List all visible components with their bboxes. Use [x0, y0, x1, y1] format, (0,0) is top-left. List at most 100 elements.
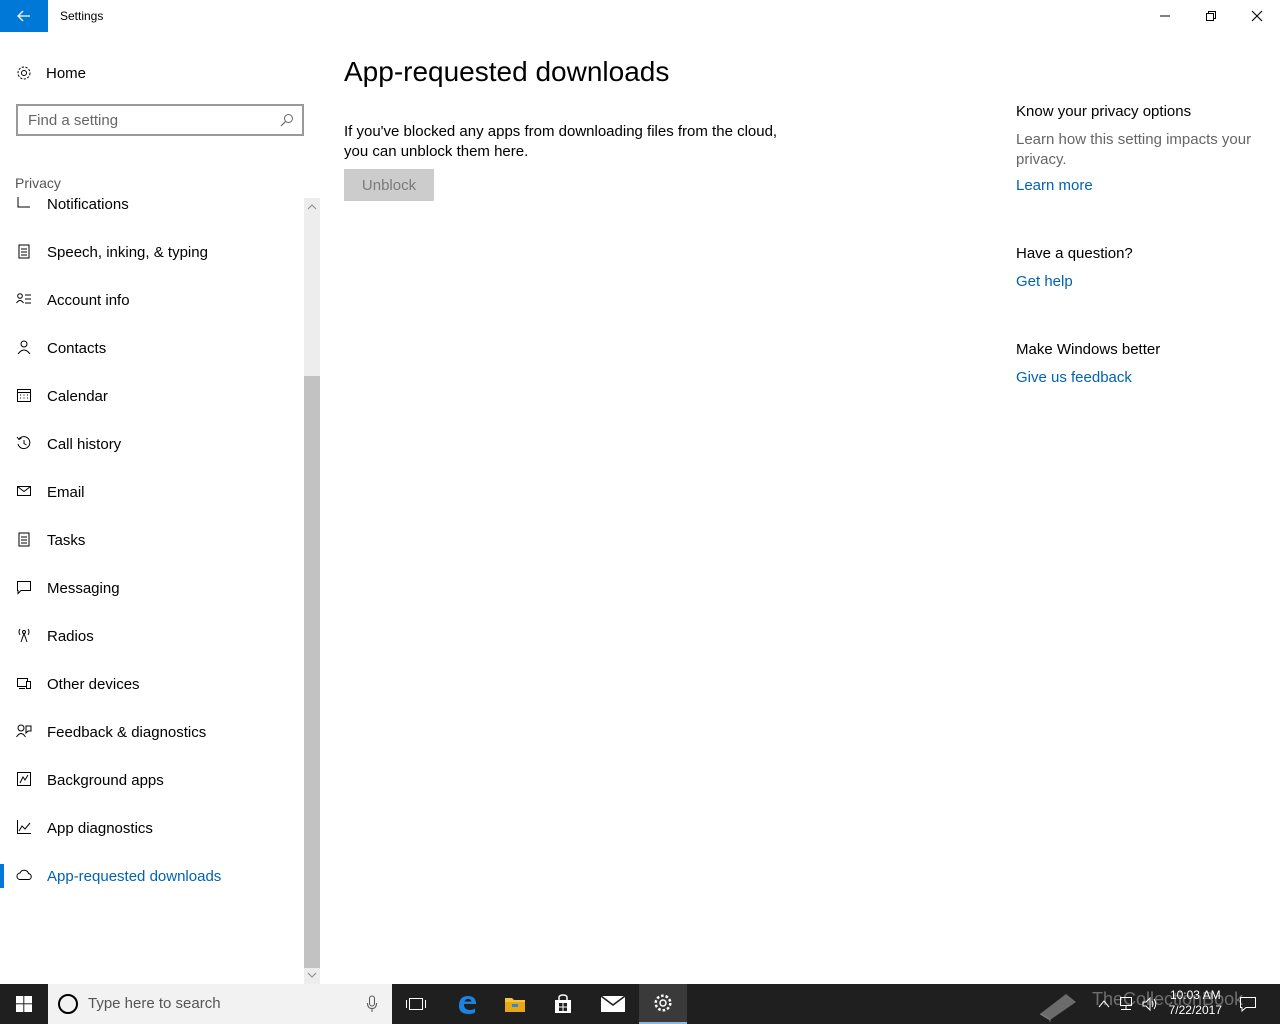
background-apps-icon: [15, 770, 33, 788]
gear-icon: [17, 66, 31, 80]
scroll-down-arrow[interactable]: [304, 967, 320, 983]
sidebar-item-label: Messaging: [47, 579, 120, 597]
sidebar-item-tasks[interactable]: Tasks: [0, 516, 304, 564]
sidebar-item-app-requested-downloads[interactable]: App-requested downloads: [0, 852, 304, 900]
description-line-1: If you've blocked any apps from download…: [344, 123, 778, 140]
sidebar-item-speech[interactable]: Speech, inking, & typing: [0, 228, 304, 276]
contacts-icon: [15, 338, 33, 356]
privacy-section-label: Privacy: [15, 175, 61, 191]
sidebar-item-calendar[interactable]: Calendar: [0, 372, 304, 420]
edge-browser-button[interactable]: [443, 984, 491, 1024]
action-center-button[interactable]: [1238, 994, 1258, 1014]
sidebar-item-email[interactable]: Email: [0, 468, 304, 516]
file-explorer-button[interactable]: [491, 984, 539, 1024]
chevron-up-icon: [307, 204, 317, 210]
settings-search-box[interactable]: [16, 104, 304, 136]
windows-logo-icon: [16, 996, 32, 1012]
page-description: If you've blocked any apps from download…: [344, 122, 804, 162]
mail-app-button[interactable]: [589, 984, 637, 1024]
chevron-up-icon: [1098, 1000, 1110, 1008]
taskbar: Type here to search TheCollectionBook 10…: [0, 984, 1280, 1024]
sidebar-item-feedback[interactable]: Feedback & diagnostics: [0, 708, 304, 756]
selected-indicator: [0, 864, 4, 888]
privacy-options-text: Learn how this setting impacts your priv…: [1016, 131, 1252, 168]
question-heading: Have a question?: [1016, 245, 1133, 262]
get-help-link[interactable]: Get help: [1016, 273, 1073, 290]
sidebar-item-radios[interactable]: Radios: [0, 612, 304, 660]
watermark-book-icon: [1036, 988, 1080, 1022]
sidebar-item-contacts[interactable]: Contacts: [0, 324, 304, 372]
chart-icon: [15, 818, 33, 836]
network-icon: [1120, 997, 1132, 1010]
microphone-icon[interactable]: [366, 995, 378, 1013]
volume-button[interactable]: [1140, 994, 1160, 1014]
sidebar-item-label: App diagnostics: [47, 819, 153, 837]
radio-tower-icon: [15, 626, 33, 644]
notifications-icon: [15, 196, 33, 212]
back-button[interactable]: [0, 0, 48, 32]
scroll-up-arrow[interactable]: [304, 199, 320, 215]
window-title: Settings: [60, 9, 104, 23]
taskbar-search-box[interactable]: Type here to search: [48, 984, 392, 1024]
search-icon[interactable]: [280, 113, 294, 127]
sidebar-item-label: Email: [47, 483, 85, 501]
account-info-icon: [15, 290, 33, 308]
store-bag-icon: [555, 994, 571, 1013]
sidebar-item-label: Background apps: [47, 771, 164, 789]
notification-center-icon: [1240, 997, 1256, 1012]
devices-icon: [15, 674, 33, 692]
feedback-icon: [15, 722, 33, 740]
home-nav-item[interactable]: Home: [16, 60, 86, 86]
minimize-icon: [1160, 15, 1170, 17]
sidebar-item-call-history[interactable]: Call history: [0, 420, 304, 468]
home-label: Home: [46, 64, 87, 82]
task-view-icon: [406, 998, 426, 1010]
sidebar-item-notifications[interactable]: Notifications: [0, 196, 304, 228]
minimize-button[interactable]: [1142, 0, 1188, 32]
message-icon: [15, 578, 33, 596]
network-button[interactable]: [1116, 994, 1136, 1014]
make-windows-better-heading: Make Windows better: [1016, 341, 1161, 358]
start-button[interactable]: [0, 984, 48, 1024]
calendar-icon: [15, 386, 33, 404]
task-view-button[interactable]: [392, 984, 440, 1024]
clock[interactable]: 10:03 AM 7/22/2017: [1169, 988, 1222, 1018]
title-bar: Settings: [0, 0, 1280, 32]
learn-more-link[interactable]: Learn more: [1016, 177, 1093, 194]
sidebar-item-other-devices[interactable]: Other devices: [0, 660, 304, 708]
settings-search-input[interactable]: [28, 111, 268, 129]
restore-button[interactable]: [1188, 0, 1234, 32]
clock-time: 10:03 AM: [1169, 988, 1221, 1002]
description-line-2: you can unblock them here.: [344, 143, 529, 160]
sidebar-item-label: Notifications: [47, 196, 129, 213]
settings-gear-icon: [654, 994, 672, 1012]
page-title: App-requested downloads: [344, 56, 670, 87]
sidebar-item-account-info[interactable]: Account info: [0, 276, 304, 324]
store-button[interactable]: [539, 984, 587, 1024]
sidebar-item-app-diagnostics[interactable]: App diagnostics: [0, 804, 304, 852]
give-feedback-link[interactable]: Give us feedback: [1016, 369, 1132, 386]
privacy-options-heading: Know your privacy options: [1016, 103, 1192, 120]
restore-icon: [1206, 11, 1216, 21]
close-button[interactable]: [1234, 0, 1280, 32]
sidebar-item-label: Calendar: [47, 387, 108, 405]
sidebar-item-label: Radios: [47, 627, 94, 645]
cloud-icon: [15, 866, 33, 884]
speaker-icon: [1142, 996, 1157, 1012]
back-arrow-icon: [17, 10, 30, 22]
sidebar-item-label: Tasks: [47, 531, 86, 549]
settings-app-button[interactable]: [639, 984, 687, 1024]
sidebar-item-messaging[interactable]: Messaging: [0, 564, 304, 612]
taskbar-search-placeholder: Type here to search: [88, 995, 221, 1012]
chevron-down-icon: [307, 972, 317, 978]
sidebar-scrollbar-thumb[interactable]: [304, 376, 320, 968]
sidebar-item-label: Speech, inking, & typing: [47, 243, 208, 261]
settings-window: Settings Home Privacy Notifications Spee…: [0, 0, 1280, 984]
unblock-button[interactable]: Unblock: [344, 169, 434, 201]
clipboard-icon: [15, 242, 33, 260]
sidebar-item-background-apps[interactable]: Background apps: [0, 756, 304, 804]
folder-icon: [505, 998, 525, 1012]
sidebar-item-label: Other devices: [47, 675, 140, 693]
show-hidden-icons-button[interactable]: [1094, 994, 1114, 1014]
tasks-icon: [15, 530, 33, 548]
